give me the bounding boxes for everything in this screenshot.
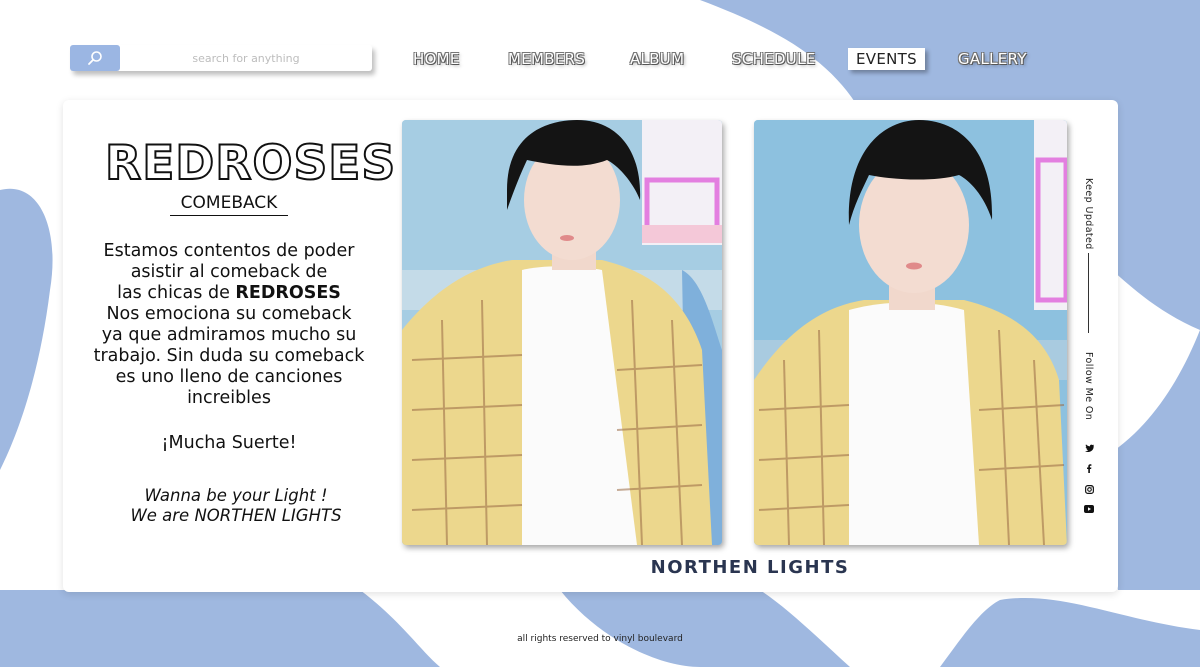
instagram-icon[interactable] [1083,483,1095,495]
body-line: asistir al comeback de [130,262,328,282]
nav-album[interactable]: ALBUM [630,48,684,70]
body-line: increibles [187,388,271,408]
nav-schedule[interactable]: SCHEDULE [732,48,816,70]
member-photo-1[interactable] [402,120,722,545]
search-input[interactable] [126,45,366,71]
body-line: las chicas de [117,283,230,303]
search-icon [88,51,102,65]
search-bar [70,45,372,71]
nav-members[interactable]: MEMBERS [508,48,585,70]
sidebar-divider [1088,253,1089,333]
body-highlight: REDROSES [235,283,341,303]
slogan: Wanna be your Light ! We are NORTHEN LIG… [86,486,386,526]
search-button[interactable] [70,45,120,71]
body-line: trabajo. Sin duda su comeback [93,346,365,366]
article-subtitle: COMEBACK [170,192,288,216]
nav-gallery[interactable]: GALLERY [958,48,1027,70]
article-title: REDROSES [104,135,397,192]
closing-text: ¡Mucha Suerte! [161,433,297,453]
gallery-caption: NORTHEN LIGHTS [650,557,850,578]
article-body: Estamos contentos de poder asistir al co… [86,241,372,409]
body-line: es uno lleno de canciones [115,367,343,387]
keep-updated-label: Keep Updated [1083,178,1094,250]
body-line: Nos emociona su comeback [106,304,352,324]
follow-me-label: Follow Me On [1083,352,1094,421]
footer-text: all rights reserved to vinyl boulevard [517,634,683,644]
body-line: Estamos contentos de poder [103,241,355,261]
nav-events[interactable]: EVENTS [848,48,925,70]
facebook-icon[interactable] [1083,462,1095,474]
body-line: ya que admiramos mucho su [101,325,357,345]
slogan-line-2: We are NORTHEN LIGHTS [130,506,342,525]
slogan-line-1: Wanna be your Light ! [144,486,328,505]
youtube-icon[interactable] [1083,503,1095,515]
twitter-icon[interactable] [1083,442,1095,454]
member-photo-2[interactable] [754,120,1067,545]
nav-home[interactable]: HOME [413,48,460,70]
